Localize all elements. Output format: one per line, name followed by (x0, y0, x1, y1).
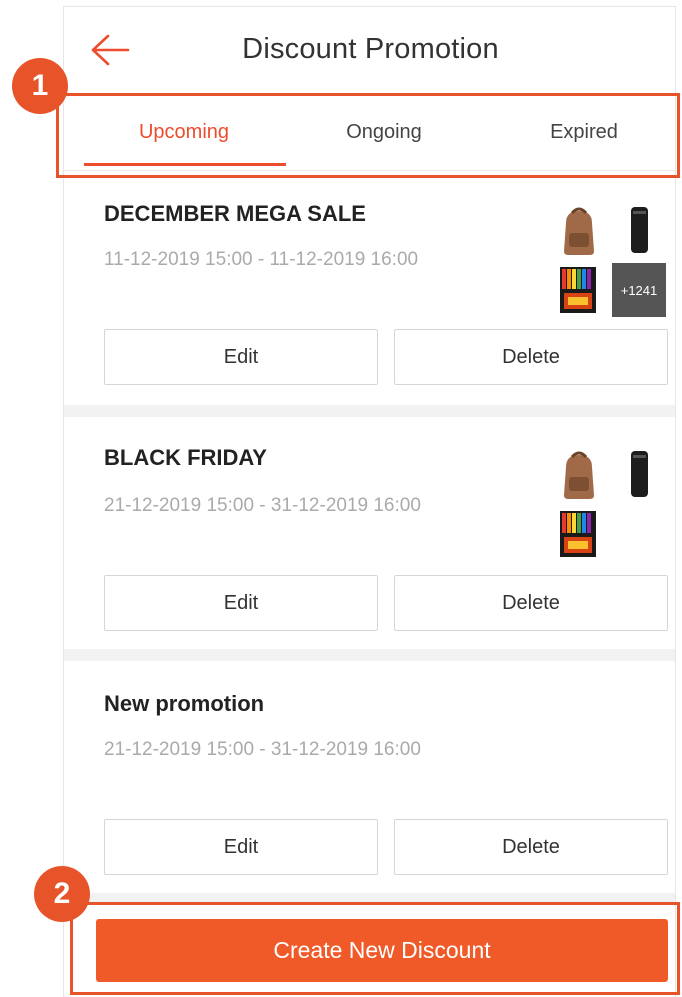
screenshot-stage: Discount Promotion Upcoming Ongoing Expi… (0, 0, 682, 997)
product-thumbnails (552, 447, 675, 563)
edit-button[interactable]: Edit (104, 575, 378, 631)
promotion-card: BLACK FRIDAY 21-12-2019 15:00 - 31-12-20… (64, 417, 675, 649)
speaker-image (631, 451, 648, 497)
promotion-title: DECEMBER MEGA SALE (104, 201, 366, 226)
card-separator (64, 405, 675, 417)
page-title: Discount Promotion (242, 33, 499, 65)
promotion-date-range: 21-12-2019 15:00 - 31-12-2019 16:00 (104, 495, 421, 516)
promotion-date-range: 11-12-2019 15:00 - 11-12-2019 16:00 (104, 249, 419, 270)
annotation-badge-2: 2 (34, 866, 90, 922)
annotation-badge-1: 1 (12, 58, 68, 114)
colored-pencils-image (560, 511, 596, 557)
delete-button[interactable]: Delete (394, 575, 668, 631)
card-separator (64, 649, 675, 661)
promotion-date-range: 21-12-2019 15:00 - 31-12-2019 16:00 (104, 739, 421, 760)
highlight-box-tabs (56, 93, 680, 178)
app-header: Discount Promotion (64, 7, 675, 93)
delete-button[interactable]: Delete (394, 819, 668, 875)
delete-button[interactable]: Delete (394, 329, 668, 385)
promotion-title: BLACK FRIDAY (104, 445, 267, 470)
product-thumbnails: +1241 (552, 203, 675, 319)
colored-pencils-image (560, 267, 596, 313)
backpack-image (564, 451, 594, 499)
edit-button[interactable]: Edit (104, 329, 378, 385)
speaker-image (631, 207, 648, 253)
edit-button[interactable]: Edit (104, 819, 378, 875)
promotion-card: New promotion 21-12-2019 15:00 - 31-12-2… (64, 661, 675, 893)
highlight-box-cta (70, 902, 680, 995)
more-products-tile[interactable]: +1241 (612, 263, 666, 317)
backpack-image (564, 207, 594, 255)
promotion-card: DECEMBER MEGA SALE 11-12-2019 15:00 - 11… (64, 183, 675, 405)
promotion-title: New promotion (104, 691, 265, 716)
